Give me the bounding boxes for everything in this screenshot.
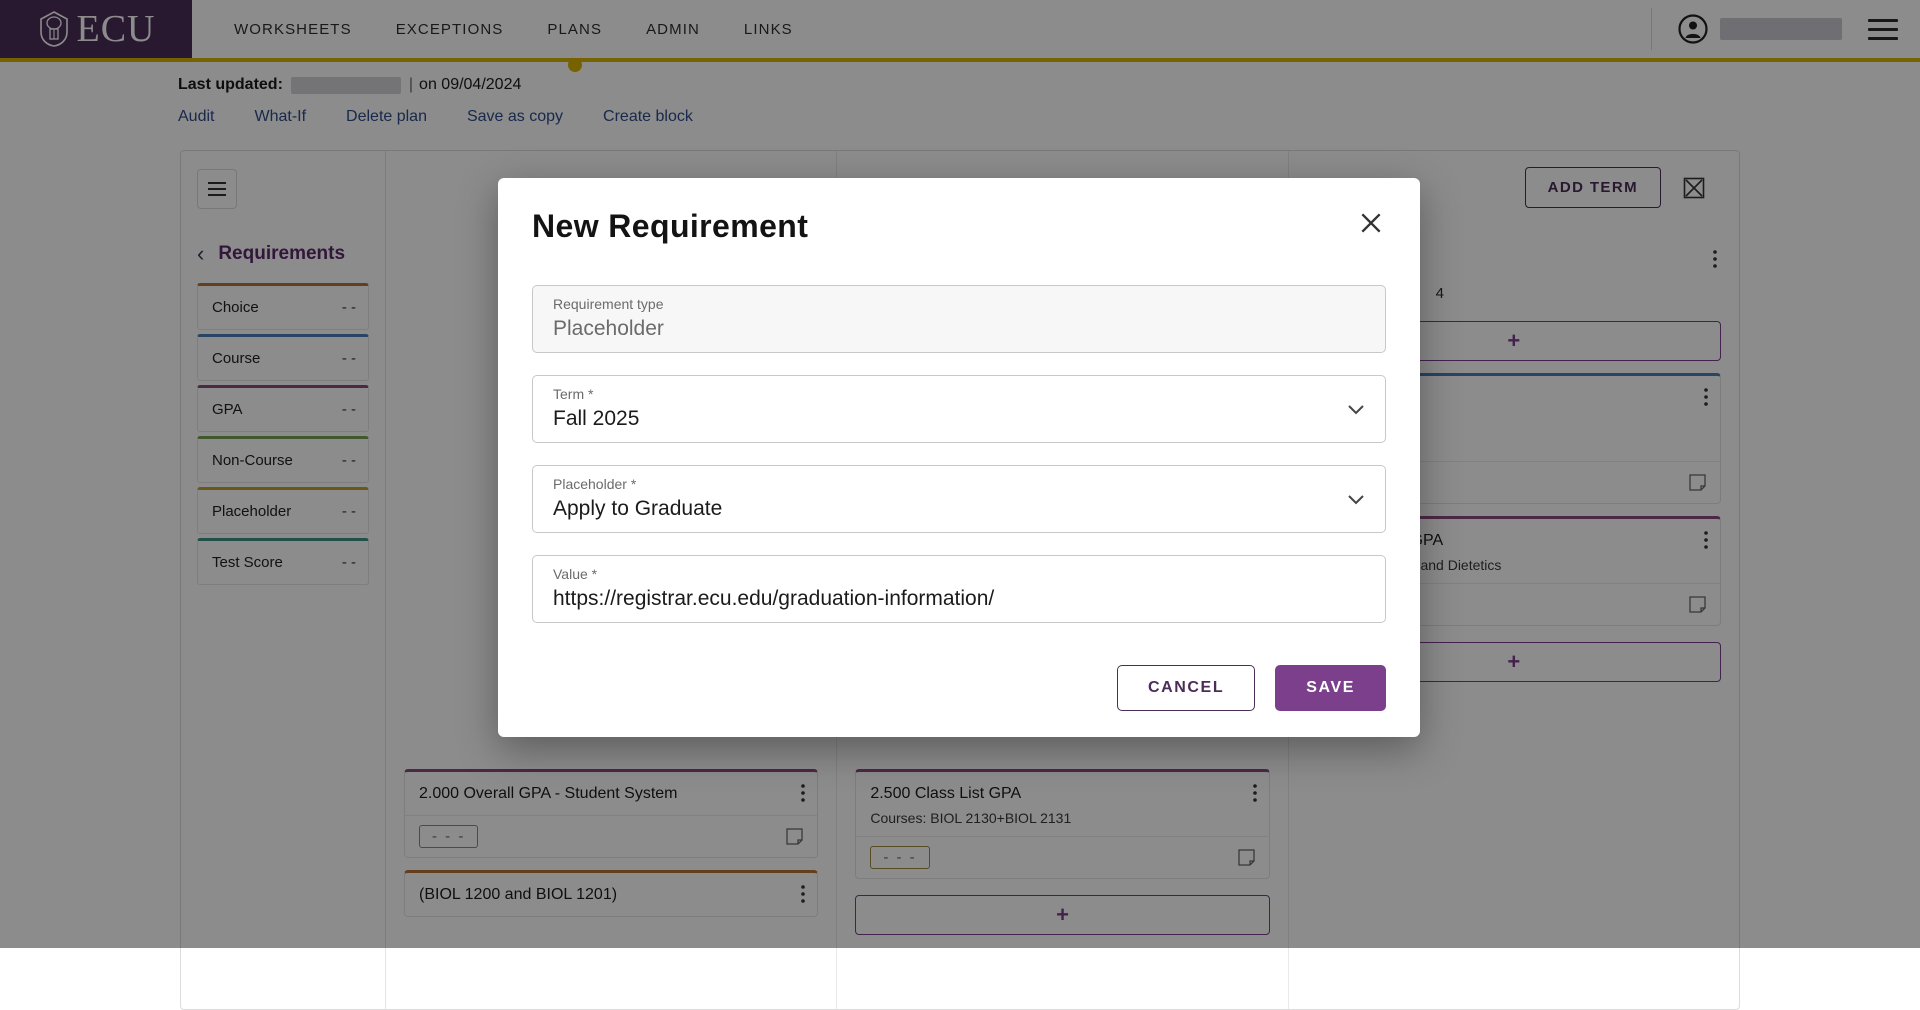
chevron-down-icon[interactable]	[1345, 398, 1367, 420]
term-select-field[interactable]: Term * Fall 2025	[532, 375, 1386, 443]
dialog-title: New Requirement	[532, 208, 808, 245]
placeholder-select-field[interactable]: Placeholder * Apply to Graduate	[532, 465, 1386, 533]
field-value: Apply to Graduate	[553, 497, 1369, 521]
cancel-button[interactable]: CANCEL	[1117, 665, 1255, 711]
new-requirement-dialog: New Requirement Requirement type Placeho…	[498, 178, 1420, 737]
requirement-type-field: Requirement type Placeholder	[532, 285, 1386, 353]
field-value: Fall 2025	[553, 407, 1369, 431]
field-value: https://registrar.ecu.edu/graduation-inf…	[553, 587, 1369, 611]
close-dialog-button[interactable]	[1356, 208, 1386, 238]
dialog-header: New Requirement	[532, 208, 1386, 245]
field-value: Placeholder	[553, 317, 1369, 341]
value-input-field[interactable]: Value * https://registrar.ecu.edu/gradua…	[532, 555, 1386, 623]
field-label: Value *	[553, 566, 1369, 583]
field-label: Placeholder *	[553, 476, 1369, 493]
chevron-down-icon[interactable]	[1345, 488, 1367, 510]
save-button[interactable]: SAVE	[1275, 665, 1386, 711]
dialog-footer: CANCEL SAVE	[532, 665, 1386, 711]
field-label: Term *	[553, 386, 1369, 403]
field-label: Requirement type	[553, 296, 1369, 313]
close-x-icon	[1358, 210, 1384, 236]
